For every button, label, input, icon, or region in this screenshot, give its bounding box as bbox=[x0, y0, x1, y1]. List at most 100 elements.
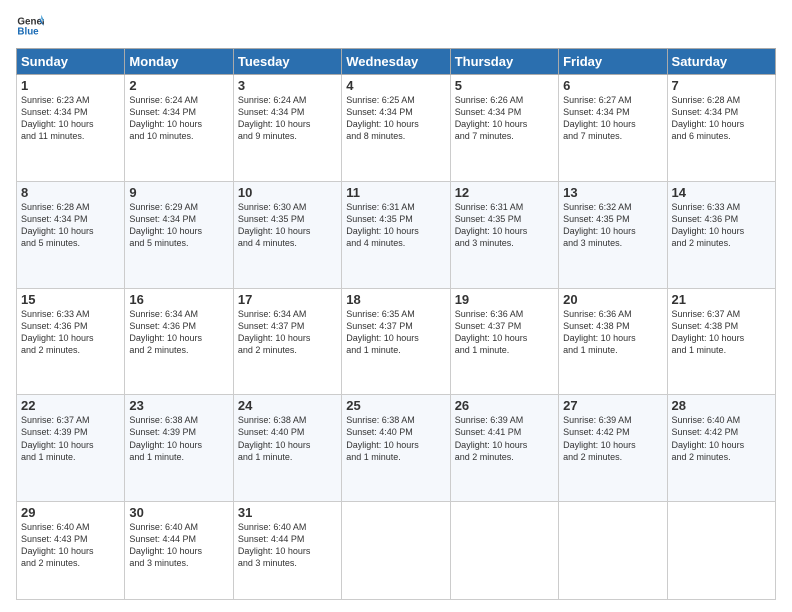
calendar-cell: 2Sunrise: 6:24 AMSunset: 4:34 PMDaylight… bbox=[125, 75, 233, 182]
day-number: 21 bbox=[672, 292, 771, 307]
day-number: 1 bbox=[21, 78, 120, 93]
cell-text: Sunrise: 6:40 AMSunset: 4:44 PMDaylight:… bbox=[129, 521, 228, 570]
day-number: 12 bbox=[455, 185, 554, 200]
calendar-cell: 5Sunrise: 6:26 AMSunset: 4:34 PMDaylight… bbox=[450, 75, 558, 182]
calendar-cell: 26Sunrise: 6:39 AMSunset: 4:41 PMDayligh… bbox=[450, 395, 558, 502]
calendar-cell: 27Sunrise: 6:39 AMSunset: 4:42 PMDayligh… bbox=[559, 395, 667, 502]
day-number: 7 bbox=[672, 78, 771, 93]
calendar-cell bbox=[342, 502, 450, 600]
cell-text: Sunrise: 6:38 AMSunset: 4:40 PMDaylight:… bbox=[346, 414, 445, 463]
day-number: 28 bbox=[672, 398, 771, 413]
calendar-cell: 30Sunrise: 6:40 AMSunset: 4:44 PMDayligh… bbox=[125, 502, 233, 600]
calendar-cell: 14Sunrise: 6:33 AMSunset: 4:36 PMDayligh… bbox=[667, 181, 775, 288]
calendar-cell: 13Sunrise: 6:32 AMSunset: 4:35 PMDayligh… bbox=[559, 181, 667, 288]
calendar-cell: 24Sunrise: 6:38 AMSunset: 4:40 PMDayligh… bbox=[233, 395, 341, 502]
calendar-cell: 12Sunrise: 6:31 AMSunset: 4:35 PMDayligh… bbox=[450, 181, 558, 288]
calendar-cell: 15Sunrise: 6:33 AMSunset: 4:36 PMDayligh… bbox=[17, 288, 125, 395]
day-header-wednesday: Wednesday bbox=[342, 49, 450, 75]
cell-text: Sunrise: 6:36 AMSunset: 4:38 PMDaylight:… bbox=[563, 308, 662, 357]
day-number: 2 bbox=[129, 78, 228, 93]
day-number: 31 bbox=[238, 505, 337, 520]
cell-text: Sunrise: 6:39 AMSunset: 4:42 PMDaylight:… bbox=[563, 414, 662, 463]
day-header-thursday: Thursday bbox=[450, 49, 558, 75]
cell-text: Sunrise: 6:40 AMSunset: 4:42 PMDaylight:… bbox=[672, 414, 771, 463]
cell-text: Sunrise: 6:31 AMSunset: 4:35 PMDaylight:… bbox=[346, 201, 445, 250]
day-number: 15 bbox=[21, 292, 120, 307]
cell-text: Sunrise: 6:33 AMSunset: 4:36 PMDaylight:… bbox=[21, 308, 120, 357]
logo: General Blue bbox=[16, 12, 44, 40]
day-number: 14 bbox=[672, 185, 771, 200]
day-header-tuesday: Tuesday bbox=[233, 49, 341, 75]
cell-text: Sunrise: 6:28 AMSunset: 4:34 PMDaylight:… bbox=[672, 94, 771, 143]
day-number: 11 bbox=[346, 185, 445, 200]
cell-text: Sunrise: 6:26 AMSunset: 4:34 PMDaylight:… bbox=[455, 94, 554, 143]
day-number: 26 bbox=[455, 398, 554, 413]
calendar-cell: 25Sunrise: 6:38 AMSunset: 4:40 PMDayligh… bbox=[342, 395, 450, 502]
day-number: 18 bbox=[346, 292, 445, 307]
day-number: 25 bbox=[346, 398, 445, 413]
calendar-cell: 20Sunrise: 6:36 AMSunset: 4:38 PMDayligh… bbox=[559, 288, 667, 395]
calendar-cell: 3Sunrise: 6:24 AMSunset: 4:34 PMDaylight… bbox=[233, 75, 341, 182]
calendar-cell: 11Sunrise: 6:31 AMSunset: 4:35 PMDayligh… bbox=[342, 181, 450, 288]
day-number: 16 bbox=[129, 292, 228, 307]
cell-text: Sunrise: 6:25 AMSunset: 4:34 PMDaylight:… bbox=[346, 94, 445, 143]
day-number: 3 bbox=[238, 78, 337, 93]
svg-text:Blue: Blue bbox=[17, 26, 39, 37]
cell-text: Sunrise: 6:34 AMSunset: 4:36 PMDaylight:… bbox=[129, 308, 228, 357]
cell-text: Sunrise: 6:24 AMSunset: 4:34 PMDaylight:… bbox=[238, 94, 337, 143]
calendar-cell: 9Sunrise: 6:29 AMSunset: 4:34 PMDaylight… bbox=[125, 181, 233, 288]
day-number: 10 bbox=[238, 185, 337, 200]
calendar-cell: 7Sunrise: 6:28 AMSunset: 4:34 PMDaylight… bbox=[667, 75, 775, 182]
calendar-cell bbox=[559, 502, 667, 600]
calendar-page: General Blue SundayMondayTuesdayWednesda… bbox=[0, 0, 792, 612]
logo-icon: General Blue bbox=[16, 12, 44, 40]
calendar-header-row: SundayMondayTuesdayWednesdayThursdayFrid… bbox=[17, 49, 776, 75]
cell-text: Sunrise: 6:37 AMSunset: 4:38 PMDaylight:… bbox=[672, 308, 771, 357]
calendar-cell: 29Sunrise: 6:40 AMSunset: 4:43 PMDayligh… bbox=[17, 502, 125, 600]
cell-text: Sunrise: 6:29 AMSunset: 4:34 PMDaylight:… bbox=[129, 201, 228, 250]
cell-text: Sunrise: 6:38 AMSunset: 4:40 PMDaylight:… bbox=[238, 414, 337, 463]
calendar-cell: 31Sunrise: 6:40 AMSunset: 4:44 PMDayligh… bbox=[233, 502, 341, 600]
calendar-cell: 18Sunrise: 6:35 AMSunset: 4:37 PMDayligh… bbox=[342, 288, 450, 395]
calendar-cell: 6Sunrise: 6:27 AMSunset: 4:34 PMDaylight… bbox=[559, 75, 667, 182]
cell-text: Sunrise: 6:30 AMSunset: 4:35 PMDaylight:… bbox=[238, 201, 337, 250]
day-header-sunday: Sunday bbox=[17, 49, 125, 75]
cell-text: Sunrise: 6:28 AMSunset: 4:34 PMDaylight:… bbox=[21, 201, 120, 250]
calendar-cell: 4Sunrise: 6:25 AMSunset: 4:34 PMDaylight… bbox=[342, 75, 450, 182]
calendar-cell: 22Sunrise: 6:37 AMSunset: 4:39 PMDayligh… bbox=[17, 395, 125, 502]
calendar-cell: 21Sunrise: 6:37 AMSunset: 4:38 PMDayligh… bbox=[667, 288, 775, 395]
day-number: 29 bbox=[21, 505, 120, 520]
calendar-cell: 28Sunrise: 6:40 AMSunset: 4:42 PMDayligh… bbox=[667, 395, 775, 502]
cell-text: Sunrise: 6:33 AMSunset: 4:36 PMDaylight:… bbox=[672, 201, 771, 250]
cell-text: Sunrise: 6:23 AMSunset: 4:34 PMDaylight:… bbox=[21, 94, 120, 143]
calendar-table: SundayMondayTuesdayWednesdayThursdayFrid… bbox=[16, 48, 776, 600]
cell-text: Sunrise: 6:39 AMSunset: 4:41 PMDaylight:… bbox=[455, 414, 554, 463]
calendar-cell: 10Sunrise: 6:30 AMSunset: 4:35 PMDayligh… bbox=[233, 181, 341, 288]
day-number: 17 bbox=[238, 292, 337, 307]
day-number: 30 bbox=[129, 505, 228, 520]
calendar-cell bbox=[450, 502, 558, 600]
cell-text: Sunrise: 6:31 AMSunset: 4:35 PMDaylight:… bbox=[455, 201, 554, 250]
day-number: 23 bbox=[129, 398, 228, 413]
cell-text: Sunrise: 6:34 AMSunset: 4:37 PMDaylight:… bbox=[238, 308, 337, 357]
calendar-cell bbox=[667, 502, 775, 600]
day-number: 6 bbox=[563, 78, 662, 93]
day-number: 20 bbox=[563, 292, 662, 307]
cell-text: Sunrise: 6:24 AMSunset: 4:34 PMDaylight:… bbox=[129, 94, 228, 143]
day-number: 19 bbox=[455, 292, 554, 307]
calendar-body: 1Sunrise: 6:23 AMSunset: 4:34 PMDaylight… bbox=[17, 75, 776, 600]
day-number: 5 bbox=[455, 78, 554, 93]
cell-text: Sunrise: 6:32 AMSunset: 4:35 PMDaylight:… bbox=[563, 201, 662, 250]
calendar-cell: 1Sunrise: 6:23 AMSunset: 4:34 PMDaylight… bbox=[17, 75, 125, 182]
cell-text: Sunrise: 6:40 AMSunset: 4:44 PMDaylight:… bbox=[238, 521, 337, 570]
calendar-cell: 8Sunrise: 6:28 AMSunset: 4:34 PMDaylight… bbox=[17, 181, 125, 288]
day-number: 13 bbox=[563, 185, 662, 200]
calendar-cell: 16Sunrise: 6:34 AMSunset: 4:36 PMDayligh… bbox=[125, 288, 233, 395]
calendar-cell: 23Sunrise: 6:38 AMSunset: 4:39 PMDayligh… bbox=[125, 395, 233, 502]
cell-text: Sunrise: 6:27 AMSunset: 4:34 PMDaylight:… bbox=[563, 94, 662, 143]
day-number: 24 bbox=[238, 398, 337, 413]
day-number: 4 bbox=[346, 78, 445, 93]
cell-text: Sunrise: 6:37 AMSunset: 4:39 PMDaylight:… bbox=[21, 414, 120, 463]
calendar-cell: 19Sunrise: 6:36 AMSunset: 4:37 PMDayligh… bbox=[450, 288, 558, 395]
day-number: 22 bbox=[21, 398, 120, 413]
